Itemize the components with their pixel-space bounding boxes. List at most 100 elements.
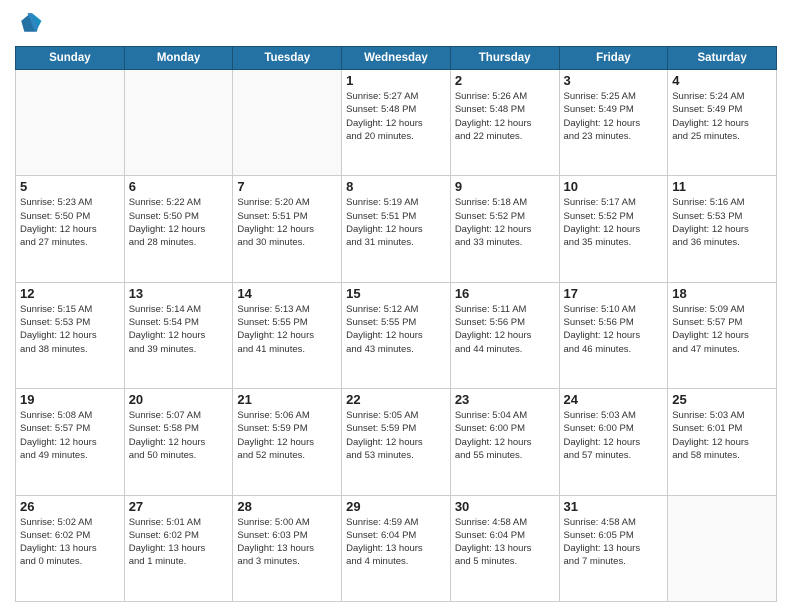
calendar-cell (233, 70, 342, 176)
day-number: 25 (672, 392, 772, 407)
weekday-header-wednesday: Wednesday (342, 47, 451, 70)
day-number: 31 (564, 499, 664, 514)
calendar-cell: 28Sunrise: 5:00 AM Sunset: 6:03 PM Dayli… (233, 495, 342, 601)
day-number: 8 (346, 179, 446, 194)
calendar-week-row: 5Sunrise: 5:23 AM Sunset: 5:50 PM Daylig… (16, 176, 777, 282)
day-number: 1 (346, 73, 446, 88)
day-number: 27 (129, 499, 229, 514)
day-number: 11 (672, 179, 772, 194)
day-info: Sunrise: 5:02 AM Sunset: 6:02 PM Dayligh… (20, 516, 120, 569)
day-number: 23 (455, 392, 555, 407)
day-info: Sunrise: 4:59 AM Sunset: 6:04 PM Dayligh… (346, 516, 446, 569)
calendar-cell: 26 Sunrise: 5:02 AM Sunset: 6:02 PM Dayli… (16, 495, 125, 601)
day-info: Sunrise: 5:22 AM Sunset: 5:50 PM Dayligh… (129, 196, 229, 249)
day-number: 10 (564, 179, 664, 194)
day-number: 21 (237, 392, 337, 407)
calendar-cell: 29 Sunrise: 4:59 AM Sunset: 6:04 PM Dayli… (342, 495, 451, 601)
weekday-header-saturday: Saturday (668, 47, 777, 70)
calendar-cell: 6 Sunrise: 5:22 AM Sunset: 5:50 PM Daylig… (124, 176, 233, 282)
day-number: 19 (20, 392, 120, 407)
calendar-cell: 24Sunrise: 5:03 AM Sunset: 6:00 PM Dayli… (559, 389, 668, 495)
calendar-table: SundayMondayTuesdayWednesdayThursdayFrid… (15, 46, 777, 602)
weekday-header-thursday: Thursday (450, 47, 559, 70)
calendar-header: SundayMondayTuesdayWednesdayThursdayFrid… (16, 47, 777, 70)
day-info: Sunrise: 5:19 AM Sunset: 5:51 PM Dayligh… (346, 196, 446, 249)
day-info: Sunrise: 4:58 AM Sunset: 6:05 PM Dayligh… (564, 516, 664, 569)
calendar-cell: 5Sunrise: 5:23 AM Sunset: 5:50 PM Daylig… (16, 176, 125, 282)
day-number: 6 (129, 179, 229, 194)
day-info: Sunrise: 5:13 AM Sunset: 5:55 PM Dayligh… (237, 303, 337, 356)
day-info: Sunrise: 5:07 AM Sunset: 5:58 PM Dayligh… (129, 409, 229, 462)
calendar-cell: 30Sunrise: 4:58 AM Sunset: 6:04 PM Dayli… (450, 495, 559, 601)
calendar-cell: 15Sunrise: 5:12 AM Sunset: 5:55 PM Dayli… (342, 282, 451, 388)
calendar-cell: 22Sunrise: 5:05 AM Sunset: 5:59 PM Dayli… (342, 389, 451, 495)
calendar-week-row: 26 Sunrise: 5:02 AM Sunset: 6:02 PM Dayli… (16, 495, 777, 601)
day-info: Sunrise: 5:09 AM Sunset: 5:57 PM Dayligh… (672, 303, 772, 356)
day-number: 18 (672, 286, 772, 301)
day-info: Sunrise: 5:16 AM Sunset: 5:53 PM Dayligh… (672, 196, 772, 249)
day-info: Sunrise: 5:05 AM Sunset: 5:59 PM Dayligh… (346, 409, 446, 462)
day-info: Sunrise: 5:25 AM Sunset: 5:49 PM Dayligh… (564, 90, 664, 143)
day-info: Sunrise: 5:27 AM Sunset: 5:48 PM Dayligh… (346, 90, 446, 143)
calendar-cell: 14 Sunrise: 5:13 AM Sunset: 5:55 PM Dayli… (233, 282, 342, 388)
day-number: 7 (237, 179, 337, 194)
calendar-cell: 21 Sunrise: 5:06 AM Sunset: 5:59 PM Dayli… (233, 389, 342, 495)
day-number: 13 (129, 286, 229, 301)
day-number: 2 (455, 73, 555, 88)
day-info: Sunrise: 5:15 AM Sunset: 5:53 PM Dayligh… (20, 303, 120, 356)
day-info: Sunrise: 5:10 AM Sunset: 5:56 PM Dayligh… (564, 303, 664, 356)
calendar-week-row: 19 Sunrise: 5:08 AM Sunset: 5:57 PM Dayli… (16, 389, 777, 495)
day-number: 3 (564, 73, 664, 88)
day-number: 4 (672, 73, 772, 88)
calendar-cell (16, 70, 125, 176)
page: SundayMondayTuesdayWednesdayThursdayFrid… (0, 0, 792, 612)
day-number: 26 (20, 499, 120, 514)
calendar-week-row: 12 Sunrise: 5:15 AM Sunset: 5:53 PM Dayli… (16, 282, 777, 388)
calendar-cell: 19 Sunrise: 5:08 AM Sunset: 5:57 PM Dayli… (16, 389, 125, 495)
day-number: 28 (237, 499, 337, 514)
day-info: Sunrise: 5:24 AM Sunset: 5:49 PM Dayligh… (672, 90, 772, 143)
day-number: 14 (237, 286, 337, 301)
calendar-cell: 25 Sunrise: 5:03 AM Sunset: 6:01 PM Dayli… (668, 389, 777, 495)
calendar-body: 1 Sunrise: 5:27 AM Sunset: 5:48 PM Daylig… (16, 70, 777, 602)
day-info: Sunrise: 5:04 AM Sunset: 6:00 PM Dayligh… (455, 409, 555, 462)
day-info: Sunrise: 5:26 AM Sunset: 5:48 PM Dayligh… (455, 90, 555, 143)
day-number: 12 (20, 286, 120, 301)
calendar-cell: 17 Sunrise: 5:10 AM Sunset: 5:56 PM Dayli… (559, 282, 668, 388)
calendar-week-row: 1 Sunrise: 5:27 AM Sunset: 5:48 PM Daylig… (16, 70, 777, 176)
calendar-cell: 4 Sunrise: 5:24 AM Sunset: 5:49 PM Daylig… (668, 70, 777, 176)
day-info: Sunrise: 5:01 AM Sunset: 6:02 PM Dayligh… (129, 516, 229, 569)
day-info: Sunrise: 4:58 AM Sunset: 6:04 PM Dayligh… (455, 516, 555, 569)
calendar-cell: 9Sunrise: 5:18 AM Sunset: 5:52 PM Daylig… (450, 176, 559, 282)
header (15, 10, 777, 38)
weekday-row: SundayMondayTuesdayWednesdayThursdayFrid… (16, 47, 777, 70)
weekday-header-tuesday: Tuesday (233, 47, 342, 70)
day-info: Sunrise: 5:20 AM Sunset: 5:51 PM Dayligh… (237, 196, 337, 249)
logo-icon (15, 10, 43, 38)
weekday-header-monday: Monday (124, 47, 233, 70)
calendar-cell: 27 Sunrise: 5:01 AM Sunset: 6:02 PM Dayli… (124, 495, 233, 601)
day-number: 17 (564, 286, 664, 301)
calendar-cell: 10Sunrise: 5:17 AM Sunset: 5:52 PM Dayli… (559, 176, 668, 282)
logo (15, 10, 47, 38)
day-info: Sunrise: 5:03 AM Sunset: 6:01 PM Dayligh… (672, 409, 772, 462)
calendar-cell: 31 Sunrise: 4:58 AM Sunset: 6:05 PM Dayli… (559, 495, 668, 601)
calendar-cell: 18 Sunrise: 5:09 AM Sunset: 5:57 PM Dayli… (668, 282, 777, 388)
day-info: Sunrise: 5:12 AM Sunset: 5:55 PM Dayligh… (346, 303, 446, 356)
day-number: 29 (346, 499, 446, 514)
day-info: Sunrise: 5:06 AM Sunset: 5:59 PM Dayligh… (237, 409, 337, 462)
calendar-cell: 13Sunrise: 5:14 AM Sunset: 5:54 PM Dayli… (124, 282, 233, 388)
day-info: Sunrise: 5:03 AM Sunset: 6:00 PM Dayligh… (564, 409, 664, 462)
day-number: 20 (129, 392, 229, 407)
calendar-cell: 23 Sunrise: 5:04 AM Sunset: 6:00 PM Dayli… (450, 389, 559, 495)
day-info: Sunrise: 5:18 AM Sunset: 5:52 PM Dayligh… (455, 196, 555, 249)
calendar-cell (668, 495, 777, 601)
calendar-cell: 2 Sunrise: 5:26 AM Sunset: 5:48 PM Daylig… (450, 70, 559, 176)
calendar-cell: 7 Sunrise: 5:20 AM Sunset: 5:51 PM Daylig… (233, 176, 342, 282)
day-info: Sunrise: 5:08 AM Sunset: 5:57 PM Dayligh… (20, 409, 120, 462)
calendar-cell: 16Sunrise: 5:11 AM Sunset: 5:56 PM Dayli… (450, 282, 559, 388)
calendar-cell: 20 Sunrise: 5:07 AM Sunset: 5:58 PM Dayli… (124, 389, 233, 495)
day-info: Sunrise: 5:11 AM Sunset: 5:56 PM Dayligh… (455, 303, 555, 356)
day-info: Sunrise: 5:23 AM Sunset: 5:50 PM Dayligh… (20, 196, 120, 249)
calendar-cell: 3 Sunrise: 5:25 AM Sunset: 5:49 PM Daylig… (559, 70, 668, 176)
